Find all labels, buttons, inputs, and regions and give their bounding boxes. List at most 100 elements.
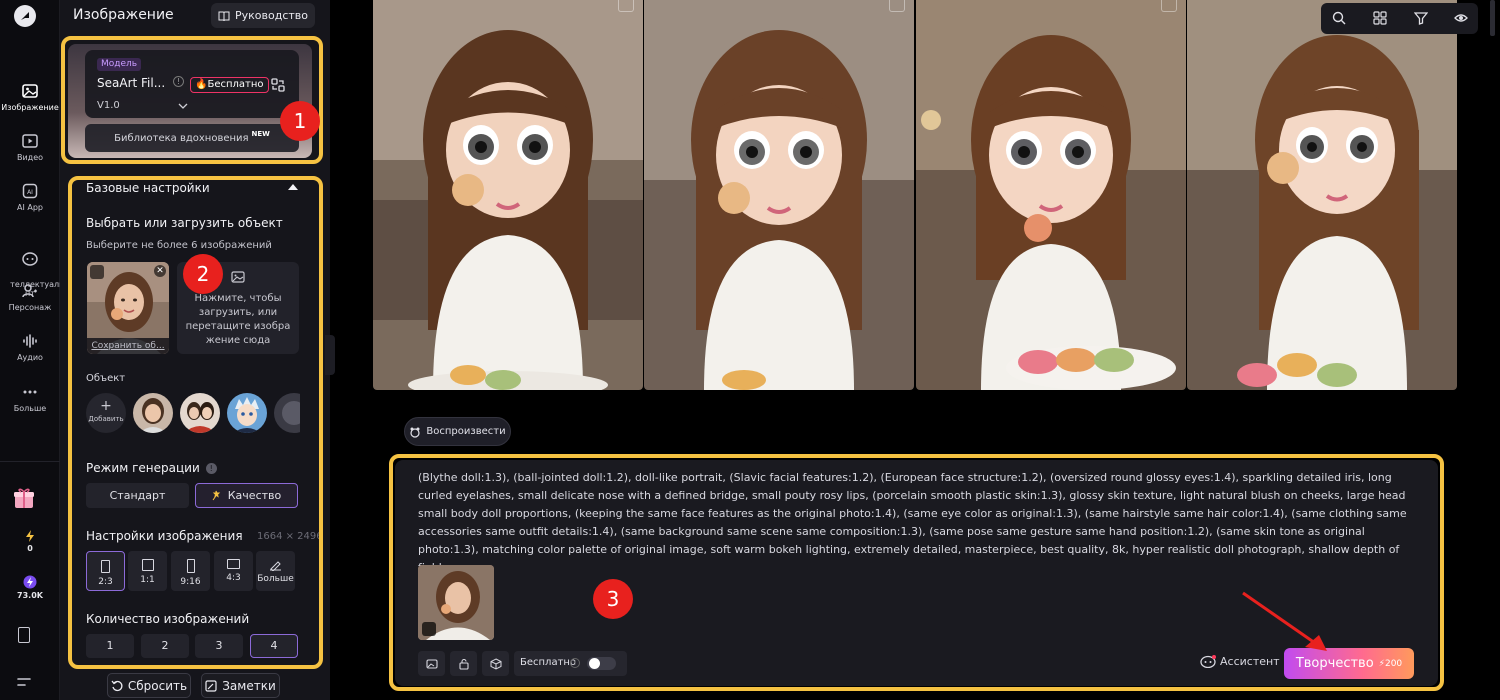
generated-image-3[interactable] xyxy=(916,0,1186,390)
grid-icon[interactable] xyxy=(1373,11,1387,25)
doll-photo-1 xyxy=(373,0,643,390)
gen-mode-header: Режим генерации! xyxy=(86,461,217,475)
reset-button[interactable]: Сбросить xyxy=(107,673,191,698)
ratio-more-button[interactable]: Больше xyxy=(256,551,295,591)
scrollbar[interactable] xyxy=(1490,0,1495,36)
generated-image-4[interactable] xyxy=(1187,0,1457,390)
count-2-button[interactable]: 2 xyxy=(141,634,189,658)
rail-item-character[interactable]: Персонаж xyxy=(0,282,60,312)
ratio-1-1-icon xyxy=(141,559,154,571)
version-value: V1.0 xyxy=(97,100,120,111)
notes-button[interactable]: Заметки xyxy=(201,673,280,698)
version-select[interactable]: V1.0 xyxy=(97,100,190,115)
inspiration-library-button[interactable]: Библиотека вдохновения NEW xyxy=(85,124,299,152)
gallery-toolbar xyxy=(1321,3,1478,34)
count-3-button[interactable]: 3 xyxy=(195,634,243,658)
count-title: Количество изображений xyxy=(86,612,250,626)
generated-image-1[interactable] xyxy=(373,0,643,390)
agent-icon xyxy=(22,252,38,266)
menu-icon[interactable] xyxy=(17,676,31,686)
download-icon[interactable] xyxy=(1161,0,1177,12)
count-4-button[interactable]: 4 xyxy=(250,634,298,658)
download-icon[interactable] xyxy=(618,0,634,12)
svg-text:AI: AI xyxy=(27,189,33,196)
generated-image-2[interactable] xyxy=(644,0,914,390)
credits-stat[interactable]: 73.0K xyxy=(0,575,60,600)
new-badge: NEW xyxy=(251,130,270,138)
dropzone-line-2: загрузить, или xyxy=(198,307,278,318)
filter-icon[interactable] xyxy=(1414,11,1428,25)
object-avatar[interactable] xyxy=(180,393,220,433)
image-dimensions: 1664 × 2496 xyxy=(257,531,323,542)
object-list: + Добавить xyxy=(86,393,300,435)
object-avatar[interactable] xyxy=(274,393,300,433)
image-type-icon xyxy=(90,265,104,279)
mode-standard-button[interactable]: Стандарт xyxy=(86,483,189,508)
notes-label: Заметки xyxy=(222,678,276,693)
object-avatar[interactable] xyxy=(227,393,267,433)
free-switch[interactable] xyxy=(587,657,616,670)
lightning-stat[interactable]: 0 xyxy=(0,530,60,553)
rail-item-video[interactable]: Видео xyxy=(0,132,60,162)
app-logo[interactable] xyxy=(14,5,36,27)
free-toggle[interactable]: Бесплатно ! xyxy=(514,651,627,676)
reproduce-label: Воспроизвести xyxy=(426,426,506,437)
count-1-button[interactable]: 1 xyxy=(86,634,134,658)
ratio-2-3-button[interactable]: 2:3 xyxy=(86,551,125,591)
model-card[interactable]: Модель SeaArt Fil... ! 🔥Бесплатно V1.0 Б… xyxy=(68,44,312,158)
ratio-9-16-button[interactable]: 9:16 xyxy=(171,551,210,591)
search-icon[interactable] xyxy=(1332,11,1346,25)
assistant-icon xyxy=(1200,655,1216,668)
more-icon xyxy=(23,390,37,394)
guide-label: Руководство xyxy=(234,9,308,22)
doll-photo-2 xyxy=(644,0,914,390)
ratio-4-3-icon xyxy=(227,559,240,569)
object-avatar[interactable] xyxy=(133,393,173,433)
ratio-9-16-icon xyxy=(186,559,195,573)
rail-label-video: Видео xyxy=(16,153,44,162)
reset-label: Сбросить xyxy=(127,678,188,693)
annotation-badge-1: 1 xyxy=(280,101,320,141)
image-icon xyxy=(22,84,38,98)
model-selector[interactable]: Модель SeaArt Fil... ! 🔥Бесплатно V1.0 xyxy=(85,50,299,118)
upload-image-icon xyxy=(231,271,245,283)
device-icon[interactable] xyxy=(18,627,30,643)
info-icon[interactable]: ! xyxy=(570,658,580,668)
remove-image-icon[interactable]: ✕ xyxy=(154,265,166,277)
add-object-button[interactable]: + Добавить xyxy=(86,393,126,433)
download-icon[interactable] xyxy=(889,0,905,12)
info-icon[interactable]: ! xyxy=(173,76,184,87)
eye-icon[interactable] xyxy=(1454,11,1468,25)
mode-quality-button[interactable]: Качество xyxy=(195,483,298,508)
basic-settings-title: Базовые настройки xyxy=(86,181,210,195)
panel-collapse-handle[interactable] xyxy=(325,335,335,375)
guide-button[interactable]: Руководство xyxy=(211,3,315,28)
object-title: Объект xyxy=(86,373,126,384)
prompt-text[interactable]: (Blythe doll:1.3), (ball-jointed doll:1.… xyxy=(418,469,1425,577)
rail-item-more[interactable]: Больше xyxy=(0,383,60,413)
audio-icon xyxy=(23,334,37,348)
ratio-1-1-button[interactable]: 1:1 xyxy=(128,551,167,591)
save-object-link[interactable]: Сохранить об... xyxy=(87,338,169,354)
reference-image[interactable] xyxy=(418,565,494,640)
gift-icon[interactable] xyxy=(12,487,36,509)
chevron-down-icon xyxy=(178,103,188,109)
rail-label-audio: Аудио xyxy=(17,353,43,362)
cube-icon xyxy=(490,657,501,670)
reproduce-button[interactable]: Воспроизвести xyxy=(404,417,511,446)
credits-count: 73.0K xyxy=(17,591,43,600)
swap-model-icon[interactable] xyxy=(271,78,285,92)
basic-settings-header[interactable]: Базовые настройки xyxy=(86,181,300,195)
rail-item-audio[interactable]: Аудио xyxy=(0,332,60,362)
collapse-up-icon xyxy=(288,184,298,190)
doll-photo-4 xyxy=(1187,0,1457,390)
gen-mode-title: Режим генерации xyxy=(86,461,200,475)
lock-button[interactable] xyxy=(450,651,477,676)
info-icon[interactable]: ! xyxy=(205,463,217,474)
3d-button[interactable] xyxy=(482,651,509,676)
rail-item-image[interactable]: Изображение xyxy=(0,82,60,112)
ratio-4-3-button[interactable]: 4:3 xyxy=(214,551,253,591)
uploaded-image[interactable]: ✕ Сохранить об... xyxy=(87,262,169,354)
rail-item-ai-app[interactable]: AI AI App xyxy=(0,182,60,212)
add-image-button[interactable] xyxy=(418,651,445,676)
